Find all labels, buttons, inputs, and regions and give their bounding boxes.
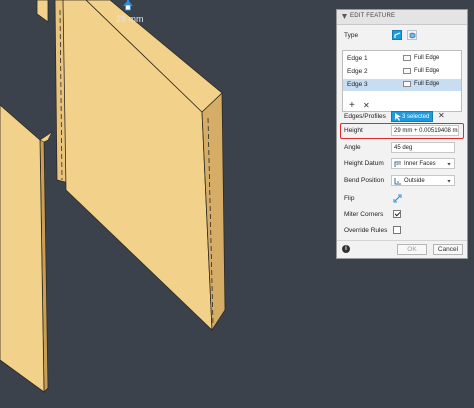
ok-button[interactable]: OK: [397, 244, 427, 255]
contour-type-icon: [409, 32, 416, 39]
angle-value: 45 deg: [394, 144, 413, 151]
info-icon[interactable]: i: [342, 245, 350, 253]
outside-bend-icon: [394, 178, 401, 185]
miter-corners-label: Miter Corners: [344, 211, 384, 218]
edit-feature-dialog: EDIT FEATURE Type Edge 1 Full Edge Edge …: [336, 9, 468, 259]
cursor-arrow-icon: [395, 113, 401, 121]
height-datum-label: Height Datum: [344, 160, 384, 167]
edge-row-3[interactable]: Edge 3 Full Edge: [343, 79, 461, 91]
dialog-title-bar[interactable]: EDIT FEATURE: [337, 10, 467, 25]
angle-label: Angle: [344, 144, 361, 151]
chevron-down-icon: [447, 179, 451, 183]
edge-row-2[interactable]: Edge 2 Full Edge: [343, 66, 461, 78]
dialog-title: EDIT FEATURE: [350, 13, 396, 19]
remove-edge-button[interactable]: ✕: [363, 101, 370, 111]
flip-icon[interactable]: [393, 194, 402, 203]
edges-selection-button[interactable]: 3 selected: [391, 111, 433, 122]
height-datum-dropdown[interactable]: Inner Faces: [391, 158, 455, 169]
dimension-label: 29 mm: [116, 14, 144, 24]
dialog-footer: i OK Cancel: [337, 240, 467, 259]
height-label: Height: [344, 127, 363, 134]
height-datum-value: Inner Faces: [404, 160, 436, 167]
bend-position-label: Bend Position: [344, 177, 385, 184]
edge-name: Edge 1: [347, 55, 368, 62]
flange-type-icon: [394, 32, 401, 38]
edge-extent[interactable]: Full Edge: [414, 81, 439, 87]
type-contour-button[interactable]: [407, 30, 417, 40]
cancel-button[interactable]: Cancel: [433, 244, 463, 255]
override-rules-label: Override Rules: [344, 227, 388, 234]
bend-position-value: Outside: [404, 177, 425, 184]
edge-extent[interactable]: Full Edge: [414, 68, 439, 74]
angle-input[interactable]: 45 deg: [391, 142, 455, 153]
add-edge-button[interactable]: +: [349, 101, 355, 111]
edge-extent-icon: [403, 55, 411, 61]
selected-count: 3 selected: [402, 113, 430, 120]
edge-list: Edge 1 Full Edge Edge 2 Full Edge Edge 3…: [342, 50, 462, 112]
collapse-icon[interactable]: [342, 14, 347, 19]
edge-name: Edge 3: [347, 81, 368, 88]
edge-extent-icon: [403, 68, 411, 74]
inner-faces-icon: [394, 161, 401, 167]
miter-corners-checkbox[interactable]: [393, 210, 401, 218]
edge-extent-icon: [403, 81, 411, 87]
override-rules-checkbox[interactable]: [393, 226, 401, 234]
flip-label: Flip: [344, 195, 355, 202]
edge-name: Edge 2: [347, 68, 368, 75]
clear-selection-button[interactable]: ✕: [438, 111, 445, 120]
bend-position-dropdown[interactable]: Outside: [391, 175, 455, 186]
edge-extent[interactable]: Full Edge: [414, 55, 439, 61]
chevron-down-icon: [447, 162, 451, 166]
flange-left-face: [0, 104, 45, 393]
height-input[interactable]: 29 mm + 0.00519408 mm: [391, 125, 459, 136]
type-label: Type: [344, 32, 359, 39]
edges-profiles-label: Edges/Profiles: [344, 113, 386, 120]
type-flange-button[interactable]: [392, 30, 402, 40]
edge-row-1[interactable]: Edge 1 Full Edge: [343, 53, 461, 65]
